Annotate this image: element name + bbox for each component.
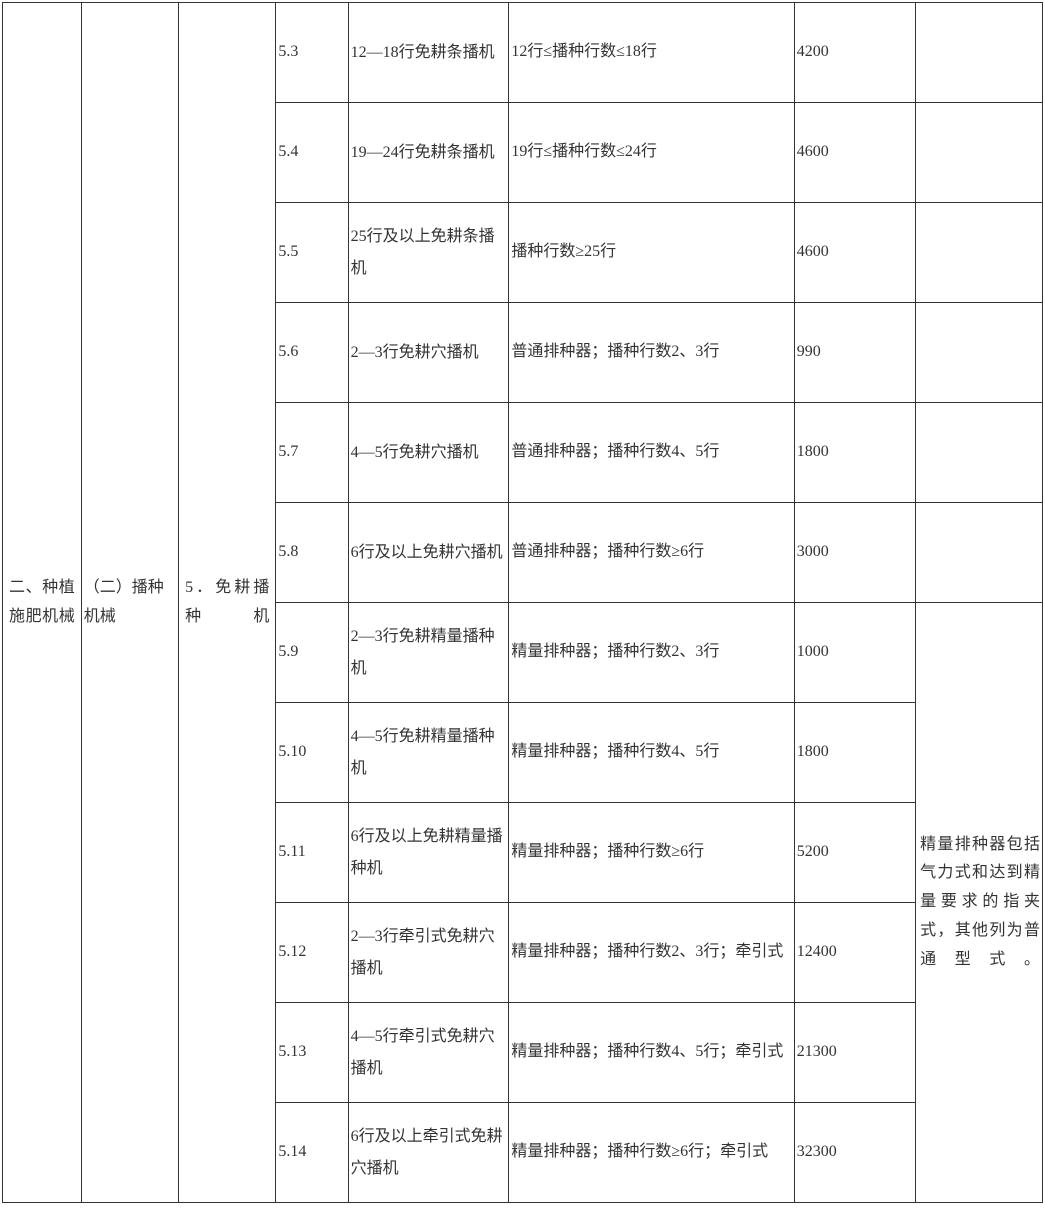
type-cell: 5．免耕播种机 (179, 3, 276, 1203)
name-cell: 2—3行免耕精量播种机 (348, 603, 509, 703)
code-cell: 5.5 (276, 203, 348, 303)
name-cell: 4—5行牵引式免耕穴播机 (348, 1003, 509, 1103)
code-cell: 5.14 (276, 1103, 348, 1203)
price-cell: 5200 (794, 803, 915, 903)
price-cell: 4600 (794, 203, 915, 303)
name-cell: 2—3行免耕穴播机 (348, 303, 509, 403)
price-cell: 990 (794, 303, 915, 403)
note-cell (916, 203, 1043, 303)
spec-cell: 精量排种器；播种行数2、3行；牵引式 (509, 903, 794, 1003)
code-cell: 5.13 (276, 1003, 348, 1103)
price-cell: 3000 (794, 503, 915, 603)
name-cell: 6行及以上免耕穴播机 (348, 503, 509, 603)
code-cell: 5.12 (276, 903, 348, 1003)
price-cell: 4600 (794, 103, 915, 203)
name-cell: 4—5行免耕穴播机 (348, 403, 509, 503)
spec-cell: 精量排种器；播种行数4、5行；牵引式 (509, 1003, 794, 1103)
code-cell: 5.7 (276, 403, 348, 503)
code-cell: 5.8 (276, 503, 348, 603)
spec-cell: 普通排种器；播种行数≥6行 (509, 503, 794, 603)
name-cell: 19—24行免耕条播机 (348, 103, 509, 203)
price-cell: 1800 (794, 403, 915, 503)
price-cell: 21300 (794, 1003, 915, 1103)
price-cell: 4200 (794, 3, 915, 103)
price-cell: 1800 (794, 703, 915, 803)
note-cell (916, 3, 1043, 103)
code-cell: 5.11 (276, 803, 348, 903)
spec-cell: 精量排种器；播种行数4、5行 (509, 703, 794, 803)
name-cell: 12—18行免耕条播机 (348, 3, 509, 103)
note-cell (916, 403, 1043, 503)
note-cell (916, 103, 1043, 203)
name-cell: 4—5行免耕精量播种机 (348, 703, 509, 803)
name-cell: 6行及以上牵引式免耕穴播机 (348, 1103, 509, 1203)
spec-cell: 12行≤播种行数≤18行 (509, 3, 794, 103)
category-cell: 二、种植施肥机械 (3, 3, 82, 1203)
spec-cell: 精量排种器；播种行数2、3行 (509, 603, 794, 703)
price-cell: 32300 (794, 1103, 915, 1203)
spec-cell: 普通排种器；播种行数2、3行 (509, 303, 794, 403)
table-row: 二、种植施肥机械（二）播种机械5．免耕播种机5.312—18行免耕条播机12行≤… (3, 3, 1043, 103)
code-cell: 5.10 (276, 703, 348, 803)
subcategory-cell: （二）播种机械 (81, 3, 178, 1203)
spec-cell: 播种行数≥25行 (509, 203, 794, 303)
code-cell: 5.4 (276, 103, 348, 203)
code-cell: 5.6 (276, 303, 348, 403)
price-cell: 1000 (794, 603, 915, 703)
spec-cell: 精量排种器；播种行数≥6行；牵引式 (509, 1103, 794, 1203)
name-cell: 6行及以上免耕精量播种机 (348, 803, 509, 903)
code-cell: 5.3 (276, 3, 348, 103)
subsidy-table: 二、种植施肥机械（二）播种机械5．免耕播种机5.312—18行免耕条播机12行≤… (2, 2, 1043, 1203)
code-cell: 5.9 (276, 603, 348, 703)
note-cell-precision: 精量排种器包括气力式和达到精量要求的指夹式，其他列为普通型式。 (916, 603, 1043, 1203)
note-cell (916, 503, 1043, 603)
note-cell (916, 303, 1043, 403)
spec-cell: 19行≤播种行数≤24行 (509, 103, 794, 203)
spec-cell: 精量排种器；播种行数≥6行 (509, 803, 794, 903)
spec-cell: 普通排种器；播种行数4、5行 (509, 403, 794, 503)
name-cell: 25行及以上免耕条播机 (348, 203, 509, 303)
name-cell: 2—3行牵引式免耕穴播机 (348, 903, 509, 1003)
price-cell: 12400 (794, 903, 915, 1003)
